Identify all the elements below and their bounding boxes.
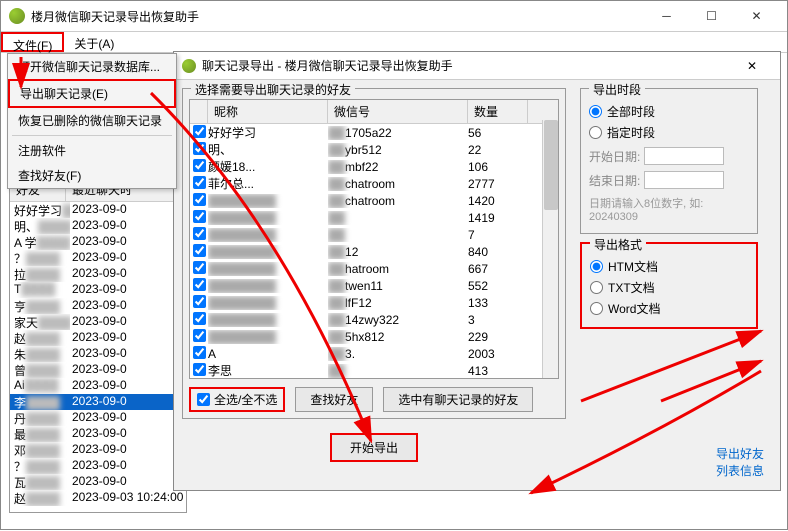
radio-all-time[interactable]: 全部时段 (589, 103, 749, 120)
radio-specify-time[interactable]: 指定时段 (589, 124, 749, 141)
table-row[interactable]: 颜媛18...██mbf22106 (190, 158, 558, 175)
select-has-chat-button[interactable]: 选中有聊天记录的好友 (383, 387, 533, 412)
friend-row[interactable]: 赵████2023-09-03 10:24:00 (10, 490, 186, 506)
friend-row[interactable]: 朱████2023-09-0 (10, 346, 186, 362)
row-checkbox[interactable] (193, 210, 206, 223)
friend-row[interactable]: 赵████2023-09-0 (10, 330, 186, 346)
select-all-input[interactable] (197, 393, 210, 406)
col-count[interactable]: 数量 (468, 100, 528, 123)
menu-register[interactable]: 注册软件 (8, 138, 176, 163)
date-hint: 日期请输入8位数字, 如: 20240309 (589, 195, 749, 223)
friend-row[interactable]: 明、████2023-09-0 (10, 218, 186, 234)
row-checkbox[interactable] (193, 142, 206, 155)
row-checkbox[interactable] (193, 244, 206, 257)
table-row[interactable]: ██████████5hx812229 (190, 328, 558, 345)
start-date-label: 开始日期: (589, 148, 640, 165)
row-checkbox[interactable] (193, 278, 206, 291)
export-dialog: 聊天记录导出 - 楼月微信聊天记录导出恢复助手 ✕ 选择需要导出聊天记录的好友 … (173, 51, 781, 491)
friend-row[interactable]: T████2023-09-0 (10, 282, 186, 298)
friend-select-list[interactable]: 昵称 微信号 数量 好好学习██1705a2256明、██ybr51222颜媛1… (189, 99, 559, 379)
menubar: 文件(F) 关于(A) (1, 31, 787, 53)
friend-row[interactable]: 瓦████2023-09-0 (10, 474, 186, 490)
row-checkbox[interactable] (193, 312, 206, 325)
table-row[interactable]: ██████████14zwy3223 (190, 311, 558, 328)
select-all-checkbox[interactable]: 全选/全不选 (189, 387, 285, 412)
friends-list-pane: 好友 最近聊天时 好好学习████2023-09-0明、████2023-09-… (9, 177, 187, 513)
friend-row[interactable]: ？████2023-09-0 (10, 250, 186, 266)
dialog-title: 聊天记录导出 - 楼月微信聊天记录导出恢复助手 (202, 57, 732, 74)
row-checkbox[interactable] (193, 159, 206, 172)
main-titlebar: 楼月微信聊天记录导出恢复助手 ─ ☐ ✕ (1, 1, 787, 31)
col-nickname[interactable]: 昵称 (208, 100, 328, 123)
friend-row[interactable]: ？████2023-09-0 (10, 458, 186, 474)
menu-open-db[interactable]: 打开微信聊天记录数据库... (8, 54, 176, 79)
friend-row[interactable]: 家天████2023-09-0 (10, 314, 186, 330)
group-label: 选择需要导出聊天记录的好友 (191, 81, 355, 98)
start-date-input[interactable] (644, 147, 724, 165)
row-checkbox[interactable] (193, 346, 206, 359)
row-checkbox[interactable] (193, 125, 206, 138)
menu-file[interactable]: 文件(F) (1, 32, 64, 52)
end-date-label: 结束日期: (589, 172, 640, 189)
menu-find-friend[interactable]: 查找好友(F) (8, 163, 176, 188)
row-checkbox[interactable] (193, 295, 206, 308)
start-export-button[interactable]: 开始导出 (330, 433, 418, 462)
row-checkbox[interactable] (193, 176, 206, 189)
row-checkbox[interactable] (193, 227, 206, 240)
table-row[interactable]: ██████████chatroom1420 (190, 192, 558, 209)
export-friend-list-link[interactable]: 导出好友列表信息 (716, 446, 764, 480)
friend-row[interactable]: 好好学习████2023-09-0 (10, 202, 186, 218)
friend-row[interactable]: 李████2023-09-0 (10, 394, 186, 410)
friend-row[interactable]: A 学████2023-09-0 (10, 234, 186, 250)
window-title: 楼月微信聊天记录导出恢复助手 (31, 8, 644, 25)
table-row[interactable]: ██████████hatroom667 (190, 260, 558, 277)
radio-fmt-word[interactable]: Word文档 (590, 300, 748, 317)
radio-fmt-htm[interactable]: HTM文档 (590, 258, 748, 275)
table-row[interactable]: 李思██413 (190, 362, 558, 379)
table-row[interactable]: ██████████lfF12133 (190, 294, 558, 311)
export-format-group: 导出格式 HTM文档 TXT文档 Word文档 (580, 242, 758, 329)
time-range-group: 导出时段 全部时段 指定时段 开始日期: 结束日期: 日期请输入8位数字, 如:… (580, 88, 758, 234)
friend-row[interactable]: Ai████2023-09-0 (10, 378, 186, 394)
menu-recover[interactable]: 恢复已删除的微信聊天记录 (8, 108, 176, 133)
dialog-titlebar: 聊天记录导出 - 楼月微信聊天记录导出恢复助手 ✕ (174, 52, 780, 80)
app-icon (9, 8, 25, 24)
menu-about[interactable]: 关于(A) (64, 32, 124, 52)
end-date-input[interactable] (644, 171, 724, 189)
table-row[interactable]: ██████████7 (190, 226, 558, 243)
friend-list-scrollbar[interactable] (542, 120, 558, 378)
table-row[interactable]: ██████████twen11552 (190, 277, 558, 294)
friend-row[interactable]: 亨████2023-09-0 (10, 298, 186, 314)
friend-select-group: 选择需要导出聊天记录的好友 昵称 微信号 数量 好好学习██1705a2256明… (182, 88, 566, 419)
app-icon (182, 59, 196, 73)
separator (12, 135, 172, 136)
dialog-close-button[interactable]: ✕ (732, 59, 772, 73)
table-row[interactable]: ██████████12840 (190, 243, 558, 260)
table-row[interactable]: 菲尔总...██chatroom2777 (190, 175, 558, 192)
col-wechat-id[interactable]: 微信号 (328, 100, 468, 123)
friend-row[interactable]: 曾████2023-09-0 (10, 362, 186, 378)
table-row[interactable]: A██3.2003 (190, 345, 558, 362)
table-row[interactable]: ██████████1419 (190, 209, 558, 226)
friend-row[interactable]: 丹████2023-09-0 (10, 410, 186, 426)
row-checkbox[interactable] (193, 193, 206, 206)
table-row[interactable]: 明、██ybr51222 (190, 141, 558, 158)
friend-row[interactable]: 拉████2023-09-0 (10, 266, 186, 282)
table-row[interactable]: 好好学习██1705a2256 (190, 124, 558, 141)
find-friend-button[interactable]: 查找好友 (295, 387, 373, 412)
friend-row[interactable]: 邓████2023-09-0 (10, 442, 186, 458)
menu-export-chat[interactable]: 导出聊天记录(E) (8, 79, 176, 108)
row-checkbox[interactable] (193, 363, 206, 376)
friend-row[interactable]: 最████2023-09-0 (10, 426, 186, 442)
row-checkbox[interactable] (193, 329, 206, 342)
minimize-button[interactable]: ─ (644, 1, 689, 31)
maximize-button[interactable]: ☐ (689, 1, 734, 31)
close-button[interactable]: ✕ (734, 1, 779, 31)
radio-fmt-txt[interactable]: TXT文档 (590, 279, 748, 296)
row-checkbox[interactable] (193, 261, 206, 274)
file-menu-dropdown: 打开微信聊天记录数据库... 导出聊天记录(E) 恢复已删除的微信聊天记录 注册… (7, 53, 177, 189)
